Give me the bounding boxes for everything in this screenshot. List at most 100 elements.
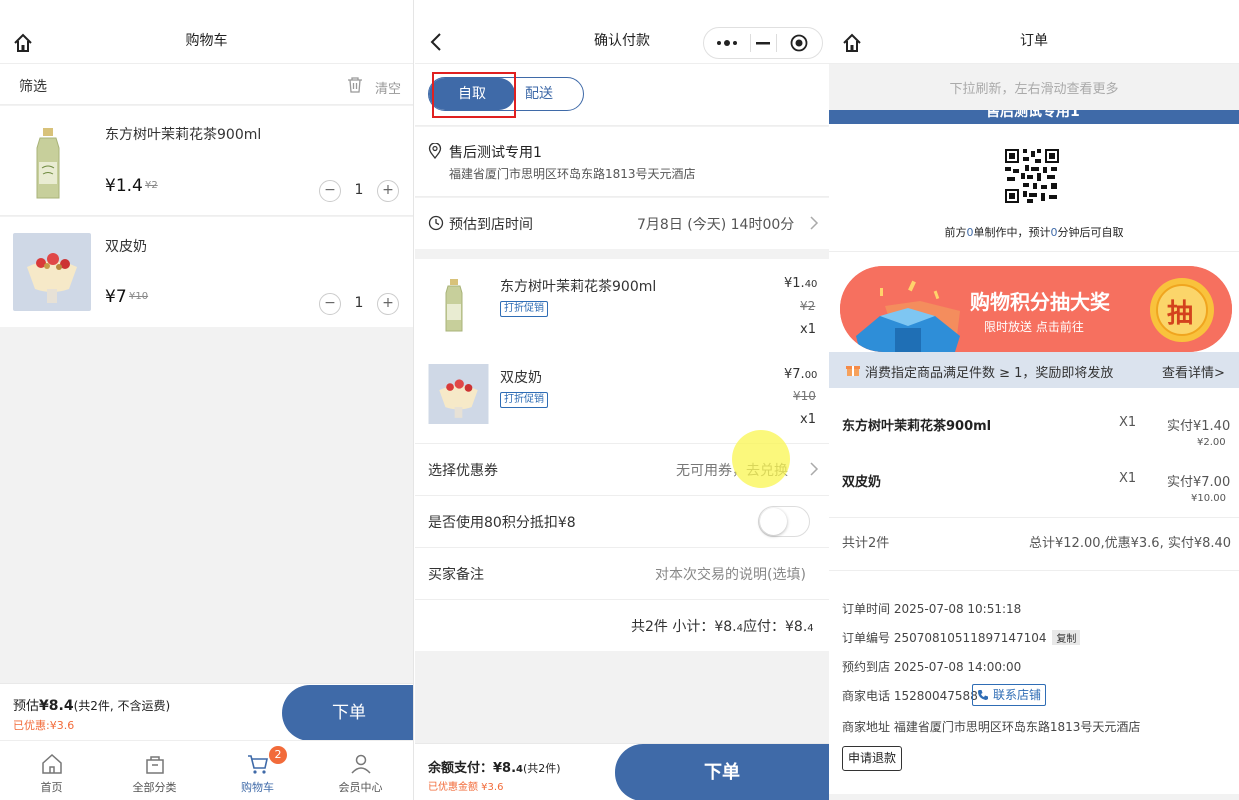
item-price: ¥7 xyxy=(105,287,127,307)
mode-delivery-tab[interactable]: 配送 xyxy=(515,78,563,110)
order-item-paid: 实付¥7.00 xyxy=(1167,475,1231,490)
order-button[interactable]: 下单 xyxy=(282,685,413,741)
tab-home[interactable]: 首页 xyxy=(0,741,103,800)
touch-indicator xyxy=(732,430,790,488)
order-button[interactable]: 下单 xyxy=(615,744,829,800)
minimize-icon[interactable] xyxy=(756,37,770,49)
contact-store-button[interactable]: 联系店铺 xyxy=(972,684,1047,706)
clock-icon xyxy=(428,215,444,231)
home-icon[interactable] xyxy=(12,32,34,54)
refund-button[interactable]: 申请退款 xyxy=(842,746,903,771)
points-label: 是否使用80积分抵扣¥8 xyxy=(428,515,576,531)
back-icon[interactable] xyxy=(429,32,443,52)
qr-code[interactable] xyxy=(1005,149,1059,203)
tab-member[interactable]: 会员中心 xyxy=(309,741,412,800)
item-orig-price: ¥10 xyxy=(129,291,149,302)
gift-icon xyxy=(846,366,860,376)
points-toggle[interactable] xyxy=(758,506,810,537)
close-circle-icon[interactable] xyxy=(790,34,808,52)
home-icon xyxy=(42,753,62,774)
total-value: 总计¥12.00,优惠¥3.6, 实付¥8.40 xyxy=(1029,536,1232,551)
page-title: 购物车 xyxy=(185,32,228,49)
plus-button[interactable]: + xyxy=(377,180,399,202)
estimate-text: 预估¥8.4(共2件, 不含运费) xyxy=(13,698,171,714)
cart-panel: 购物车 筛选 清空 东方树叶茉莉花茶900ml ¥1.4 ¥2 − 1 + 双皮… xyxy=(0,0,414,800)
miniprogram-capsule xyxy=(703,27,823,59)
pay-text: 余额支付：¥8.4(共2件) xyxy=(428,761,561,776)
more-icon[interactable] xyxy=(716,37,738,49)
tab-bar: 首页 全部分类 2 购物车 会员中心 xyxy=(0,740,413,800)
product-image[interactable] xyxy=(13,233,91,311)
filter-button[interactable]: 筛选 xyxy=(19,76,47,96)
copy-button[interactable]: 复制 xyxy=(1052,630,1081,645)
divider xyxy=(829,251,1239,252)
page-title: 订单 xyxy=(1020,32,1048,49)
notice-link[interactable]: 查看详情> xyxy=(1162,362,1225,381)
store-banner: 售后测试专用1 xyxy=(829,110,1239,124)
coupon-row[interactable]: 选择优惠券 无可用券，去兑换 xyxy=(415,430,829,495)
tab-categories[interactable]: 全部分类 xyxy=(103,741,206,800)
cart-icon xyxy=(248,755,268,774)
quantity-stepper: − 1 + xyxy=(319,180,399,202)
item-price: ¥7.00 xyxy=(784,367,818,382)
minus-button[interactable]: − xyxy=(319,180,341,202)
divider xyxy=(829,517,1239,518)
item-orig-price: ¥10 xyxy=(793,389,816,403)
promo-tag: 打折促销 xyxy=(500,392,548,408)
store-name: 售后测试专用1 xyxy=(449,145,542,161)
chevron-right-icon xyxy=(810,216,819,230)
home-icon[interactable] xyxy=(841,32,863,54)
trash-icon[interactable] xyxy=(346,76,364,94)
divider xyxy=(829,570,1239,571)
product-image[interactable] xyxy=(16,124,80,204)
reward-notice[interactable]: 消费指定商品满足件数 ≥ 1，奖励即将发放 查看详情> xyxy=(829,352,1239,388)
lottery-banner[interactable]: 购物积分抽大奖 限时放送 点击前往 抽 xyxy=(840,266,1232,352)
clear-button[interactable]: 清空 xyxy=(375,78,401,97)
item-qty: x1 xyxy=(800,412,816,427)
info-address: 商家地址 福建省厦门市思明区环岛东路1813号天元酒店 xyxy=(842,720,1141,734)
promo-badge: 抽 xyxy=(1167,299,1194,329)
minus-button[interactable]: − xyxy=(319,293,341,315)
promo-tag: 打折促销 xyxy=(500,301,548,317)
phone-icon xyxy=(978,690,988,700)
divider xyxy=(415,599,829,600)
item-name: 东方树叶茉莉花茶900ml xyxy=(105,127,262,143)
item-price: ¥1.4 xyxy=(105,176,143,196)
info-phone: 商家电话 15280047588 xyxy=(842,689,978,703)
bottom-spacer xyxy=(829,794,1239,800)
arrive-value: 7月8日 (今天) 14时00分 xyxy=(637,217,795,233)
pay-discount: 已优惠金额 ¥3.6 xyxy=(428,782,504,793)
notice-text: 消费指定商品满足件数 ≥ 1，奖励即将发放 xyxy=(865,366,1114,381)
quantity-value: 1 xyxy=(354,182,364,198)
filter-bar: 筛选 清空 xyxy=(0,64,413,105)
page-title: 确认付款 xyxy=(594,32,650,49)
order-item-qty: X1 xyxy=(1119,415,1137,430)
order-item-qty: X1 xyxy=(1119,471,1137,486)
location-icon xyxy=(428,143,442,159)
arrive-label: 预估到店时间 xyxy=(449,217,533,233)
cart-badge: 2 xyxy=(269,746,287,764)
cart-item: 东方树叶茉莉花茶900ml ¥1.4 ¥2 − 1 + xyxy=(0,106,413,216)
total-label: 共计2件 xyxy=(842,536,890,551)
order-item-orig: ¥10.00 xyxy=(1191,493,1226,504)
order-items-section: 东方树叶茉莉花茶900ml 打折促销 ¥1.40 ¥2 x1 双皮奶 打折促销 … xyxy=(415,259,829,651)
coupon-label: 选择优惠券 xyxy=(428,463,498,479)
tab-cart[interactable]: 2 购物车 xyxy=(206,741,309,800)
points-row: 是否使用80积分抵扣¥8 xyxy=(415,496,829,547)
info-reserve: 预约到店 2025-07-08 14:00:00 xyxy=(842,660,1022,674)
store-section[interactable]: 售后测试专用1 福建省厦门市思明区环岛东路1813号天元酒店 xyxy=(415,127,829,197)
order-item-paid: 实付¥1.40 xyxy=(1167,419,1231,434)
checkout-bar: 预估¥8.4(共2件, 不含运费) 已优惠:¥3.6 下单 xyxy=(0,683,413,741)
item-orig-price: ¥2 xyxy=(800,299,816,313)
item-qty: x1 xyxy=(800,322,816,337)
highlight-box xyxy=(432,72,516,118)
order-summary: 共2件 小计：¥8.4应付：¥8.4 xyxy=(631,619,814,635)
info-order-no: 订单编号 25070810511897147104 复制 xyxy=(842,629,1081,646)
confirm-panel: 确认付款 自取 配送 售后测试专用1 福建省厦门市思明区环岛东路1813号天元酒… xyxy=(415,0,829,800)
info-order-time: 订单时间 2025-07-08 10:51:18 xyxy=(842,602,1022,616)
order-panel: 订单 下拉刷新，左右滑动查看更多 售后测试专用1 前方0单制作中，预计0分钟后可… xyxy=(829,0,1239,800)
arrive-time-row[interactable]: 预估到店时间 7月8日 (今天) 14时00分 xyxy=(415,198,829,249)
remark-input[interactable]: 对本次交易的说明(选填) xyxy=(655,564,806,584)
chevron-right-icon xyxy=(810,462,819,476)
plus-button[interactable]: + xyxy=(377,293,399,315)
